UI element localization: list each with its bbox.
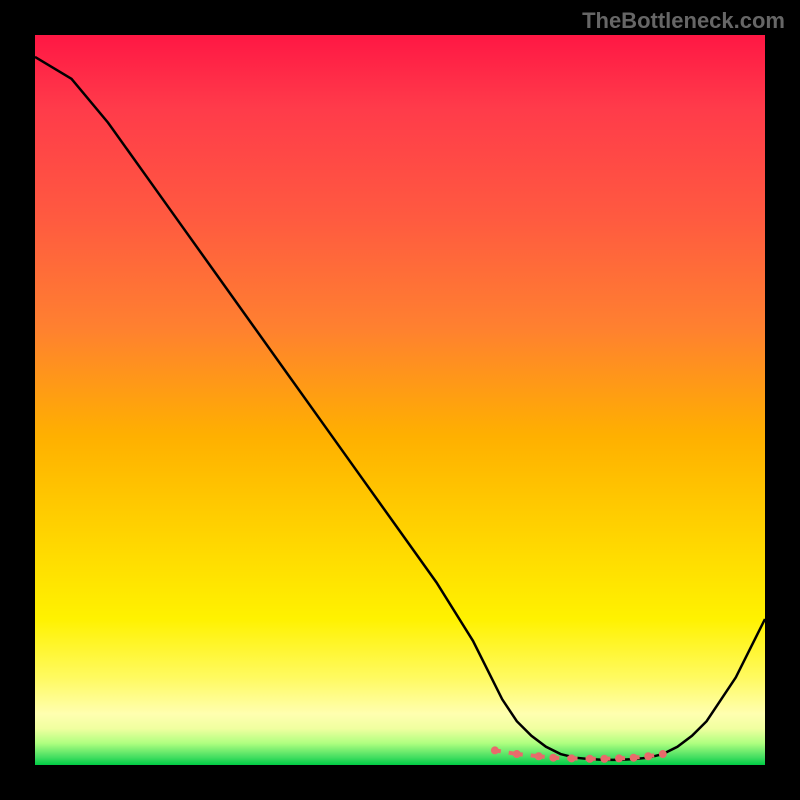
optimal-marker-dot [615,754,623,762]
plot-area [35,35,765,765]
watermark-text: TheBottleneck.com [582,8,785,34]
curve-svg [35,35,765,765]
optimal-marker-dot [600,755,608,763]
optimal-marker-dot [549,754,557,762]
optimal-marker-dot [630,754,638,762]
optimal-marker-dot [659,750,667,758]
optimal-marker-dot [586,755,594,763]
optimal-marker-dot [568,754,576,762]
chart-container: TheBottleneck.com [0,0,800,800]
optimal-marker-dot [491,746,499,754]
optimal-marker-dot [535,752,543,760]
optimal-marker-dot [644,752,652,760]
bottleneck-curve-line [35,57,765,760]
optimal-range-markers [491,746,667,762]
optimal-marker-dot [513,750,521,758]
